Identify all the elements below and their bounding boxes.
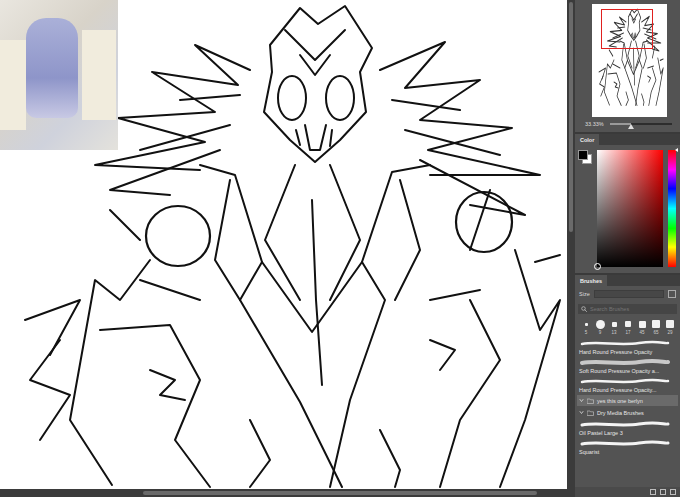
- tip-size: 9: [599, 330, 602, 335]
- new-brush-icon[interactable]: [660, 489, 666, 495]
- brush-preset[interactable]: Oil Pastel Large 3: [577, 419, 678, 437]
- brush-tip[interactable]: 9: [594, 319, 606, 335]
- tip-shape: [664, 319, 676, 329]
- brush-preset[interactable]: Squarist: [577, 438, 678, 456]
- brush-preset[interactable]: Hard Round Pressure Opacity...: [577, 376, 678, 394]
- search-input[interactable]: [590, 306, 674, 312]
- zoom-row: 33.33%: [585, 117, 674, 129]
- size-row: Size: [575, 286, 680, 302]
- tip-size: 65: [653, 330, 658, 335]
- tip-shape: [580, 319, 592, 329]
- brush-tip[interactable]: 17: [622, 319, 634, 335]
- tip-preview: [639, 321, 646, 328]
- tip-shape: [594, 319, 606, 329]
- trash-icon[interactable]: [670, 489, 676, 495]
- horizontal-scrollbar[interactable]: [0, 489, 567, 497]
- brush-presets: Hard Round Pressure Opacity Soft Round Pr…: [575, 337, 680, 487]
- size-field[interactable]: [594, 290, 664, 298]
- tip-size: 13: [611, 330, 616, 335]
- preset-name: Hard Round Pressure Opacity...: [579, 387, 676, 393]
- stroke-preview: [579, 377, 671, 386]
- workspace: [0, 0, 567, 497]
- preset-name: Soft Round Pressure Opacity a...: [579, 368, 676, 374]
- tip-size: 45: [639, 330, 644, 335]
- brushes-tab[interactable]: Brushes: [575, 275, 607, 286]
- tip-preview: [596, 320, 605, 329]
- tip-shape: [608, 319, 620, 329]
- new-folder-icon[interactable]: [650, 489, 656, 495]
- tip-size: 29: [667, 330, 672, 335]
- brush-tip[interactable]: 45: [636, 319, 648, 335]
- zoom-slider[interactable]: [610, 123, 672, 125]
- tip-preview: [625, 321, 631, 327]
- magnifier-icon: [581, 306, 587, 312]
- hue-marker[interactable]: [675, 148, 678, 152]
- brush-folder[interactable]: Dry Media Brushes: [577, 407, 678, 418]
- brush-preset[interactable]: Hard Round Pressure Opacity: [577, 338, 678, 356]
- tip-preview: [666, 320, 674, 328]
- foreground-swatch[interactable]: [578, 150, 588, 160]
- brush-folder[interactable]: yes this one berlyn: [577, 395, 678, 406]
- vertical-scrollbar[interactable]: [567, 0, 575, 497]
- reset-icon[interactable]: [668, 290, 676, 298]
- reference-photo: [0, 0, 118, 150]
- preset-name: yes this one berlyn: [597, 398, 643, 404]
- brushes-panel: Brushes Size 5 9 13 17 45 65 29 Hard Round Pressu…: [575, 275, 680, 497]
- folder-icon: [587, 398, 594, 404]
- scroll-thumb[interactable]: [143, 491, 537, 495]
- color-field[interactable]: [597, 150, 663, 267]
- color-tab[interactable]: Color: [575, 134, 599, 145]
- chevron-icon: [579, 410, 584, 415]
- tab-bar: Brushes: [575, 275, 680, 286]
- preset-name: Squarist: [579, 449, 676, 455]
- brush-tip[interactable]: 13: [608, 319, 620, 335]
- brush-tip[interactable]: 5: [580, 319, 592, 335]
- stroke-preview: [579, 358, 671, 367]
- tab-bar: Color: [575, 134, 680, 145]
- preset-name: Dry Media Brushes: [597, 410, 644, 416]
- brush-tip[interactable]: 29: [664, 319, 676, 335]
- brush-preset[interactable]: Soft Round Pressure Opacity a...: [577, 357, 678, 375]
- preset-name: Oil Pastel Large 3: [579, 430, 676, 436]
- zoom-readout: 33.33%: [585, 121, 604, 127]
- chevron-icon: [579, 398, 584, 403]
- stroke-preview: [579, 339, 671, 348]
- tip-shape: [650, 319, 662, 329]
- tip-shape: [636, 319, 648, 329]
- canvas[interactable]: [0, 0, 567, 489]
- folder-icon: [587, 410, 594, 416]
- hue-slider[interactable]: [668, 150, 676, 267]
- zoom-thumb[interactable]: [628, 124, 634, 129]
- tip-size: 17: [625, 330, 630, 335]
- mini-sketch: [592, 4, 667, 117]
- color-picker-marker: [594, 263, 601, 270]
- tip-preview: [585, 323, 588, 326]
- tip-size: 5: [585, 330, 588, 335]
- scroll-thumb[interactable]: [569, 2, 573, 232]
- side-panel: 33.33% Color Brushes Size 5 9 13 17 45 65 29 Hard R…: [575, 0, 680, 497]
- navigator-panel: 33.33%: [575, 0, 680, 134]
- stroke-preview: [579, 420, 671, 429]
- color-panel: Color: [575, 134, 680, 275]
- color-swatches[interactable]: [578, 150, 592, 164]
- tip-shape: [622, 319, 634, 329]
- panel-footer: [575, 487, 680, 497]
- tab-label: Color: [580, 137, 594, 143]
- preset-name: Hard Round Pressure Opacity: [579, 349, 676, 355]
- navigator-thumbnail[interactable]: [592, 4, 667, 117]
- tip-preview: [652, 320, 660, 328]
- brush-tip[interactable]: 65: [650, 319, 662, 335]
- size-label: Size: [579, 291, 590, 297]
- brush-tips: 5 9 13 17 45 65 29: [575, 316, 680, 337]
- tab-label: Brushes: [580, 278, 602, 284]
- search-box: [578, 304, 677, 314]
- tip-preview: [612, 322, 617, 327]
- stroke-preview: [579, 439, 671, 448]
- view-rectangle[interactable]: [601, 9, 653, 49]
